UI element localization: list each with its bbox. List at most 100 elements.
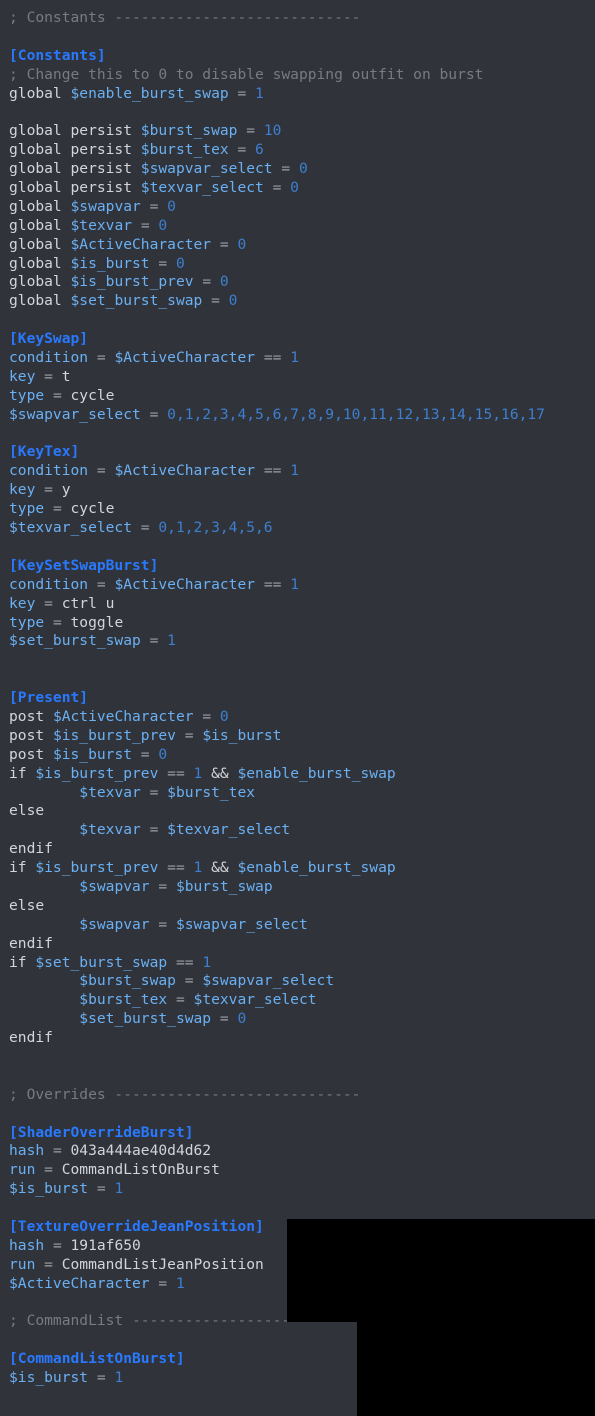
code-token: $enable_burst_swap: [237, 859, 396, 877]
code-token: =: [44, 613, 71, 631]
code-token: 0: [158, 745, 168, 763]
code-token: $is_burst: [70, 254, 150, 272]
code-line: $set_burst_swap = 1: [0, 632, 595, 651]
code-token: hash: [9, 1142, 45, 1160]
code-line: if $is_burst_prev == 1 && $enable_burst_…: [0, 859, 595, 878]
code-line: [KeySetSwapBurst]: [0, 557, 595, 576]
code-token: ==: [255, 575, 291, 593]
code-token: =: [167, 991, 194, 1009]
code-token: ; Overrides ----------------------------: [9, 1085, 361, 1103]
code-token: =: [140, 197, 168, 215]
code-token: [Present]: [9, 689, 89, 707]
code-token: =: [140, 821, 168, 839]
code-token: $enable_burst_swap: [237, 764, 396, 782]
code-token: global: [9, 254, 71, 272]
code-line: run = CommandListOnBurst: [0, 1161, 595, 1180]
code-line: else: [0, 802, 595, 821]
code-token: global: [9, 292, 71, 310]
code-token: t: [61, 367, 71, 385]
code-token: [Constants]: [9, 46, 106, 64]
code-line: global persist $texvar_select = 0: [0, 179, 595, 198]
code-token: $is_burst_prev: [70, 273, 194, 291]
code-token: $texvar_select: [140, 179, 264, 197]
code-token: post: [9, 745, 53, 763]
code-token: $is_burst_prev: [35, 859, 159, 877]
code-line: $is_burst = 1: [0, 1180, 595, 1199]
code-token: key: [9, 594, 36, 612]
code-token: =: [193, 273, 220, 291]
code-token: toggle: [70, 613, 124, 631]
code-line: hash = 043a444ae40d4d62: [0, 1142, 595, 1161]
code-token: $texvar: [70, 216, 133, 234]
code-token: global: [9, 197, 71, 215]
code-token: 1: [114, 1369, 124, 1387]
code-token: $texvar_select: [193, 991, 317, 1009]
code-token: =: [149, 877, 176, 895]
code-token: $ActiveCharacter: [114, 575, 256, 593]
code-line: $burst_swap = $swapvar_select: [0, 972, 595, 991]
code-token: global persist: [9, 122, 141, 140]
code-token: =: [44, 1236, 71, 1254]
code-line: $burst_tex = $texvar_select: [0, 991, 595, 1010]
code-token: 1: [290, 462, 299, 480]
code-line: global $is_burst_prev = 0: [0, 273, 595, 292]
code-line: condition = $ActiveCharacter == 1: [0, 576, 595, 595]
code-token: $burst_swap: [175, 877, 273, 895]
code-line: endif: [0, 935, 595, 954]
code-line: [Present]: [0, 689, 595, 708]
code-token: type: [9, 500, 45, 518]
code-token: key: [9, 367, 36, 385]
code-token: =: [211, 235, 238, 253]
code-line: type = cycle: [0, 500, 595, 519]
code-token: =: [35, 1255, 62, 1273]
code-token: ; Constants ----------------------------: [9, 9, 361, 26]
code-token: type: [9, 613, 45, 631]
code-token: $texvar: [79, 821, 141, 839]
code-line: $texvar_select = 0,1,2,3,4,5,6: [0, 519, 595, 538]
code-line: condition = $ActiveCharacter == 1: [0, 462, 595, 481]
code-token: global persist: [9, 141, 141, 159]
code-token: key: [9, 481, 36, 499]
code-token: =: [193, 707, 220, 725]
code-token: $ActiveCharacter: [114, 462, 256, 480]
code-line: type = toggle: [0, 614, 595, 633]
code-token: ==: [255, 349, 291, 367]
code-token: $is_burst: [52, 745, 133, 763]
code-line: ; Constants ----------------------------: [0, 9, 595, 28]
code-token: =: [88, 575, 115, 593]
code-token: =: [44, 386, 71, 404]
code-token: global: [9, 84, 71, 102]
code-line-list: ; Constants ----------------------------…: [0, 9, 595, 1388]
code-token: if: [9, 764, 36, 782]
code-token: $burst_swap: [140, 122, 238, 140]
code-token: $burst_tex: [140, 141, 229, 159]
code-token: else: [9, 896, 45, 914]
occluding-black-rectangle-lower: [357, 1322, 595, 1416]
code-token: $texvar: [79, 783, 141, 801]
code-token: $ActiveCharacter: [9, 1274, 150, 1292]
code-token: 0: [228, 292, 238, 310]
code-token: =: [140, 405, 168, 423]
code-line: if $set_burst_swap == 1: [0, 954, 595, 973]
code-token: 1: [193, 764, 203, 782]
code-editor-pane[interactable]: ; Constants ----------------------------…: [0, 0, 595, 1416]
code-line: $set_burst_swap = 0: [0, 1010, 595, 1029]
code-token: run: [9, 1161, 36, 1179]
code-token: =: [35, 367, 62, 385]
code-token: 1: [114, 1180, 124, 1198]
code-token: [KeyTex]: [9, 443, 80, 461]
code-token: cycle: [70, 386, 115, 404]
code-token: global persist: [9, 160, 141, 178]
code-token: $is_burst: [9, 1180, 89, 1198]
code-token: =: [140, 783, 168, 801]
